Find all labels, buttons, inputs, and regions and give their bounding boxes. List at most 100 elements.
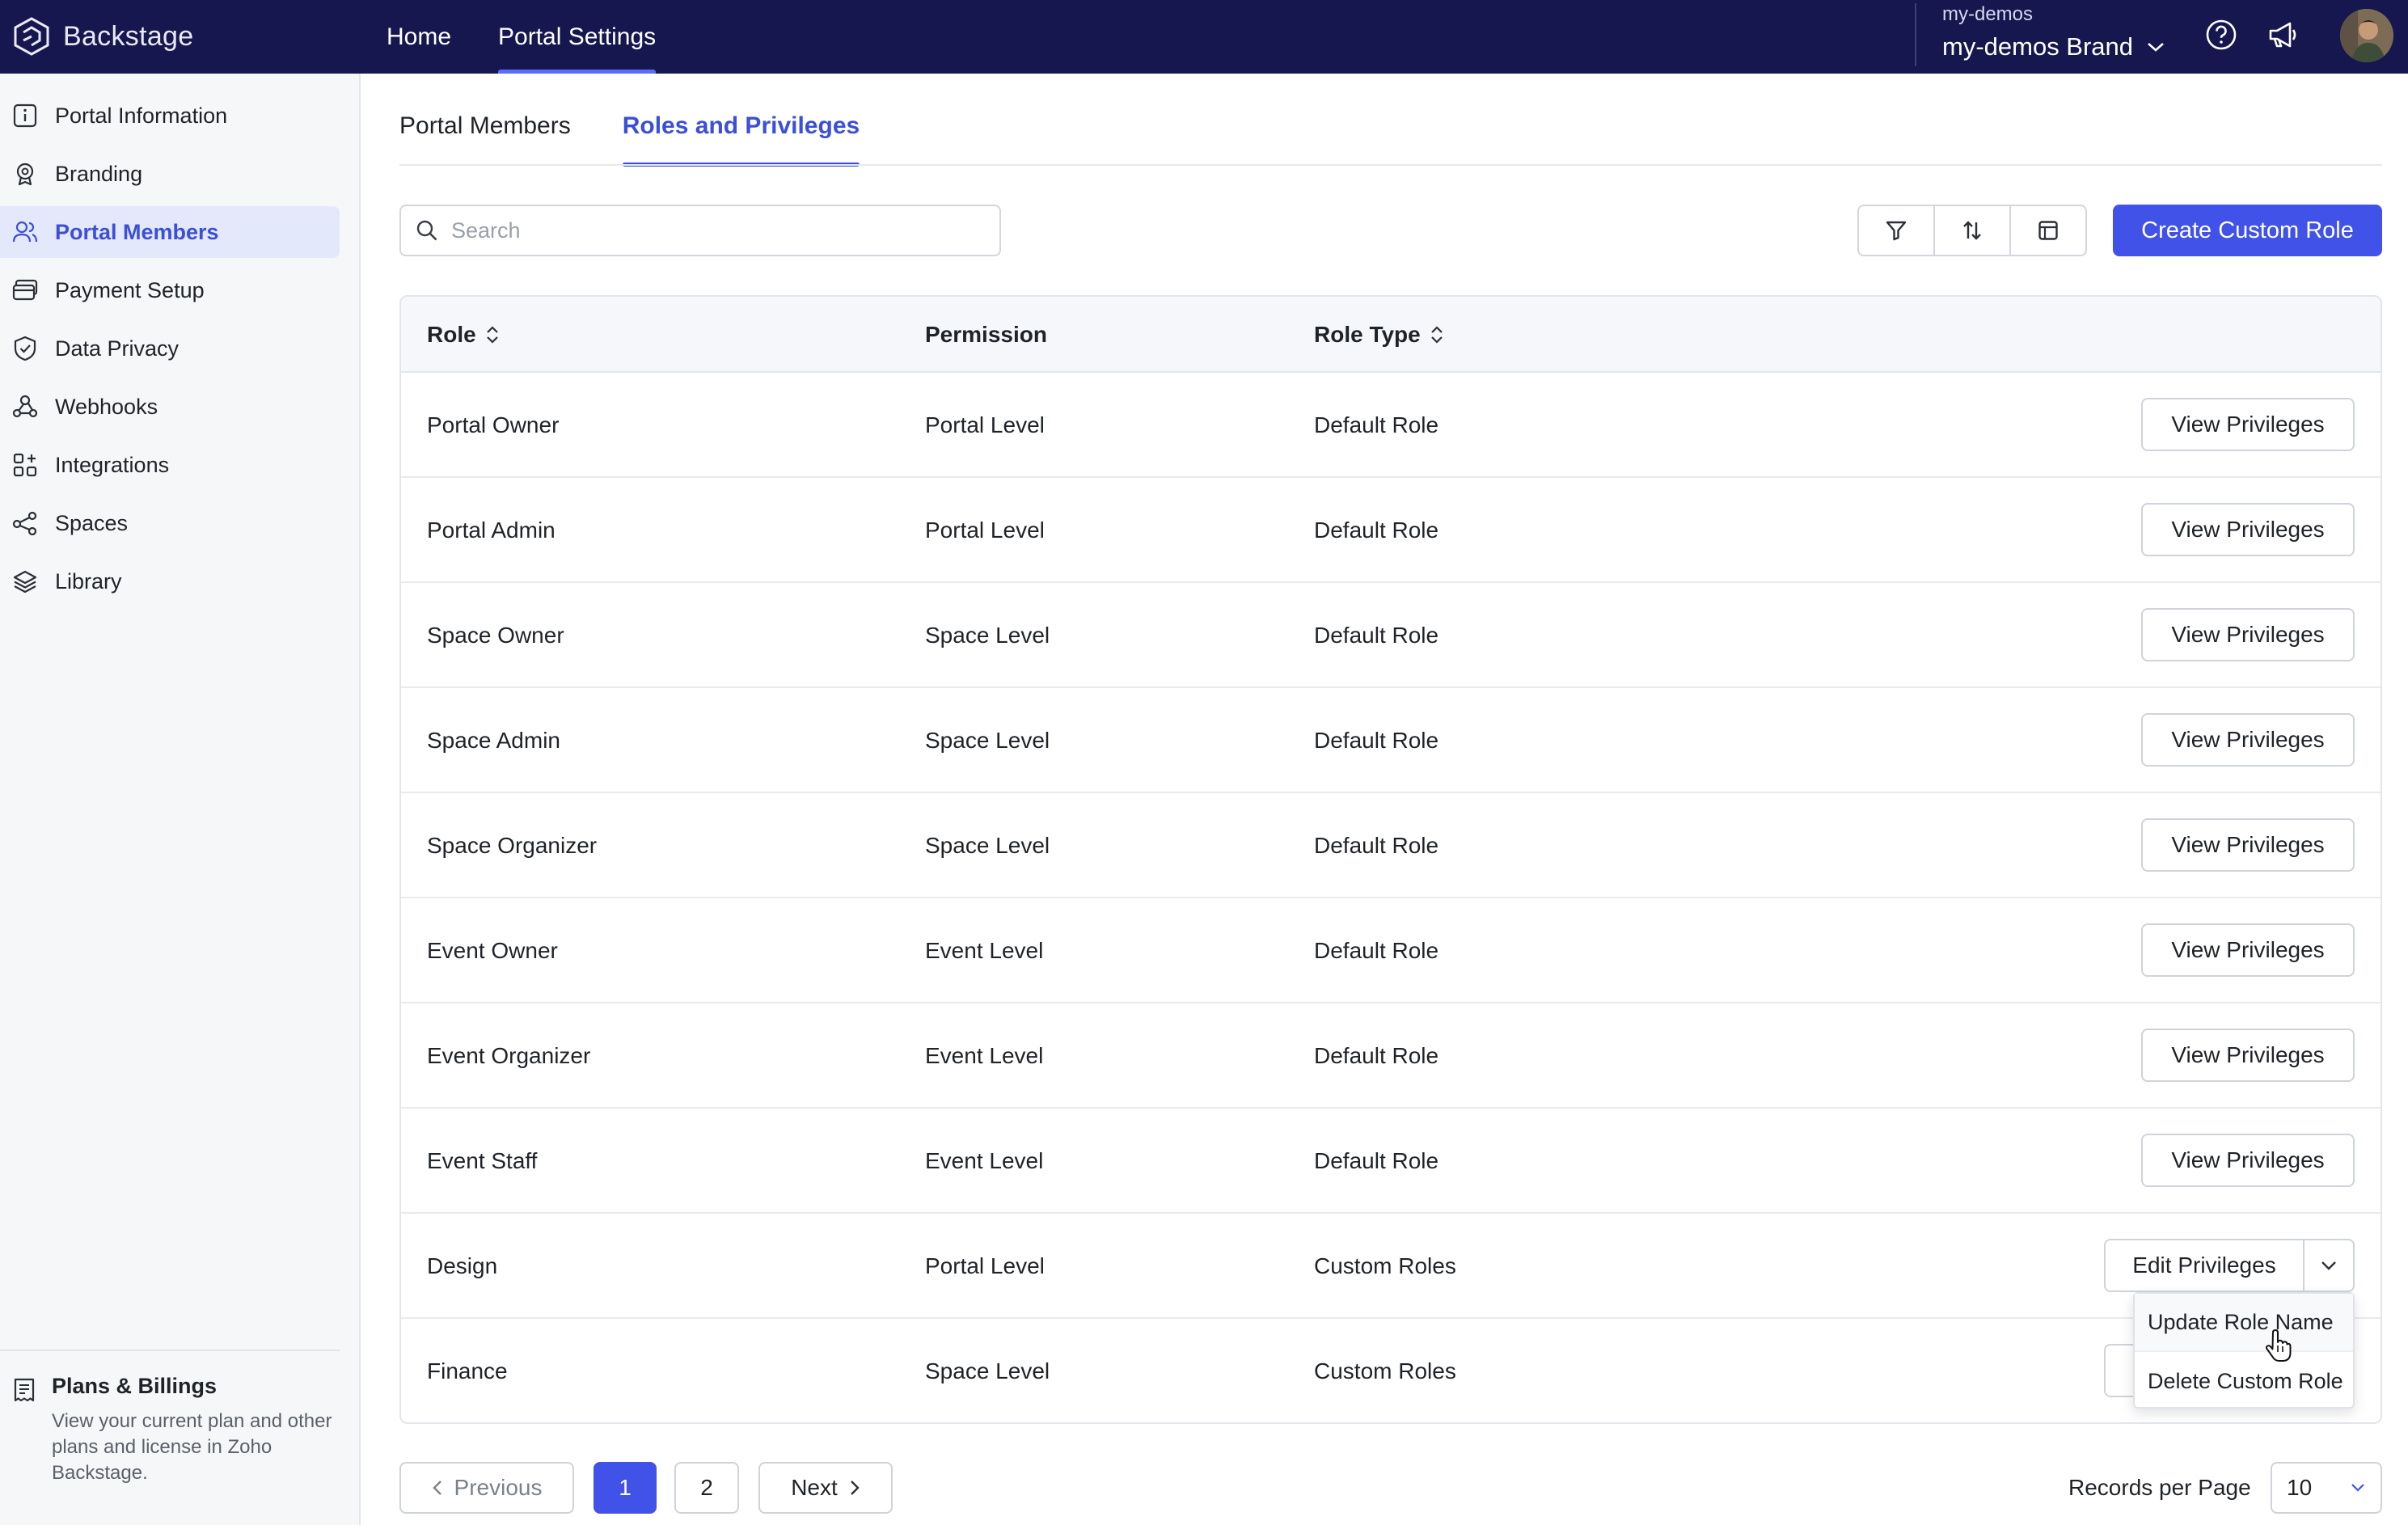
cell-role-type: Default Role — [1314, 412, 1439, 437]
records-per-page-value: 10 — [2287, 1475, 2313, 1500]
next-page-button[interactable]: Next — [758, 1462, 893, 1514]
cell-role-type: Default Role — [1314, 517, 1439, 543]
next-label: Next — [791, 1475, 838, 1500]
cell-role: Portal Owner — [427, 412, 560, 437]
view-privileges-button[interactable]: View Privileges — [2141, 923, 2355, 977]
settings-sidebar: Portal Information Branding Portal Membe… — [0, 74, 361, 1525]
sidebar-item-payment-setup[interactable]: Payment Setup — [0, 264, 340, 316]
plans-title[interactable]: Plans & Billings — [52, 1374, 335, 1399]
previous-page-button[interactable]: Previous — [399, 1462, 574, 1514]
sidebar-item-branding[interactable]: Branding — [0, 148, 340, 200]
sidebar-item-portal-information[interactable]: Portal Information — [0, 90, 340, 142]
cell-role: Portal Admin — [427, 517, 556, 543]
role-actions-menu: Update Role Name Delete Custom Role — [2133, 1292, 2355, 1409]
create-custom-role-button[interactable]: Create Custom Role — [2113, 205, 2382, 256]
delete-custom-role-option[interactable]: Delete Custom Role — [2135, 1352, 2353, 1410]
sidebar-item-label: Library — [55, 568, 122, 594]
chevron-down-icon — [2351, 1484, 2364, 1492]
page-2-button[interactable]: 2 — [674, 1462, 739, 1514]
cell-role-type: Default Role — [1314, 833, 1439, 858]
sidebar-item-label: Spaces — [55, 510, 129, 535]
view-privileges-button[interactable]: View Privileges — [2141, 1134, 2355, 1187]
user-avatar[interactable] — [2340, 9, 2393, 62]
sidebar-item-integrations[interactable]: Integrations — [0, 439, 340, 491]
view-privileges-button[interactable]: View Privileges — [2141, 503, 2355, 556]
view-privileges-button[interactable]: View Privileges — [2141, 608, 2355, 661]
more-actions-toggle[interactable] — [2304, 1240, 2353, 1291]
sort-button[interactable] — [1935, 206, 2011, 255]
users-icon — [11, 218, 39, 246]
chevron-down-icon — [2321, 1261, 2336, 1270]
table-row: Design Portal Level Custom Roles Edit Pr… — [401, 1214, 2381, 1319]
column-header-label: Role Type — [1314, 322, 1421, 347]
cell-role-type: Default Role — [1314, 1148, 1439, 1173]
tab-portal-members[interactable]: Portal Members — [399, 87, 571, 165]
column-header-label: Role — [427, 322, 476, 347]
sidebar-item-webhooks[interactable]: Webhooks — [0, 381, 340, 433]
cell-role-type: Default Role — [1314, 938, 1439, 963]
sidebar-item-portal-members[interactable]: Portal Members — [0, 206, 340, 258]
sort-icon — [1430, 326, 1443, 344]
table-tools — [1857, 205, 2087, 256]
column-header-label: Permission — [925, 322, 1047, 347]
sidebar-item-label: Portal Members — [55, 219, 219, 244]
cell-permission: Space Level — [925, 728, 1050, 753]
search-box[interactable] — [399, 205, 1001, 256]
cell-role-type: Default Role — [1314, 623, 1439, 648]
cell-permission: Portal Level — [925, 517, 1045, 543]
cell-role-type: Default Role — [1314, 728, 1439, 753]
roles-table: Role Permission Role Type Portal Owner P… — [399, 295, 2382, 1424]
table-row: Space Admin Space Level Default Role Vie… — [401, 688, 2381, 793]
brand-switcher[interactable]: my-demos my-demos Brand — [1942, 3, 2165, 61]
view-privileges-button[interactable]: View Privileges — [2141, 398, 2355, 451]
plans-and-billings[interactable]: Plans & Billings View your current plan … — [11, 1374, 335, 1486]
top-divider — [1915, 3, 1916, 66]
avatar-image — [2340, 9, 2393, 62]
table-row: Event Staff Event Level Default Role Vie… — [401, 1109, 2381, 1214]
sidebar-item-label: Payment Setup — [55, 277, 205, 302]
cell-permission: Space Level — [925, 1358, 1050, 1383]
shield-icon — [11, 335, 39, 362]
help-icon — [2206, 19, 2237, 50]
chevron-left-icon — [432, 1481, 441, 1495]
cell-role-type: Default Role — [1314, 1043, 1439, 1068]
announcements-button[interactable] — [2264, 16, 2301, 53]
sidebar-item-library[interactable]: Library — [0, 556, 340, 607]
view-privileges-button[interactable]: View Privileges — [2141, 818, 2355, 872]
chevron-down-icon — [2148, 43, 2164, 52]
cell-permission: Event Level — [925, 1148, 1044, 1173]
view-privileges-button[interactable]: View Privileges — [2141, 1029, 2355, 1082]
org-name: my-demos — [1942, 3, 2034, 25]
view-privileges-button[interactable]: View Privileges — [2141, 713, 2355, 767]
tab-roles-and-privileges[interactable]: Roles and Privileges — [622, 87, 860, 167]
sidebar-item-label: Branding — [55, 161, 143, 186]
table-row: Portal Owner Portal Level Default Role V… — [401, 373, 2381, 478]
sidebar-item-label: Integrations — [55, 452, 170, 477]
cell-role: Finance — [427, 1358, 508, 1383]
cell-role: Event Organizer — [427, 1043, 591, 1068]
help-button[interactable] — [2203, 16, 2240, 53]
sidebar-item-label: Data Privacy — [55, 336, 180, 361]
column-header-role[interactable]: Role — [427, 297, 501, 373]
receipt-icon — [11, 1377, 37, 1486]
app-logo[interactable]: Backstage — [11, 16, 193, 57]
sidebar-item-spaces[interactable]: Spaces — [0, 497, 340, 549]
filter-button[interactable] — [1859, 206, 1935, 255]
columns-button[interactable] — [2011, 206, 2085, 255]
update-role-name-option[interactable]: Update Role Name — [2135, 1294, 2353, 1352]
card-icon — [11, 277, 39, 304]
nav-portal-settings[interactable]: Portal Settings — [498, 0, 657, 74]
sidebar-item-data-privacy[interactable]: Data Privacy — [0, 323, 340, 374]
plans-description: View your current plan and other plans a… — [52, 1410, 332, 1484]
nodes-icon — [11, 509, 39, 537]
webhook-icon — [11, 393, 39, 420]
edit-privileges-split-button: Edit Privileges — [2104, 1239, 2355, 1292]
cell-permission: Portal Level — [925, 412, 1045, 437]
records-per-page-select[interactable]: 10 — [2271, 1462, 2382, 1514]
nav-home[interactable]: Home — [387, 0, 451, 74]
search-input[interactable] — [451, 218, 969, 243]
page-1-button[interactable]: 1 — [594, 1462, 657, 1514]
edit-privileges-button[interactable]: Edit Privileges — [2106, 1240, 2304, 1291]
cell-role: Design — [427, 1253, 498, 1278]
column-header-role-type[interactable]: Role Type — [1314, 297, 1445, 373]
